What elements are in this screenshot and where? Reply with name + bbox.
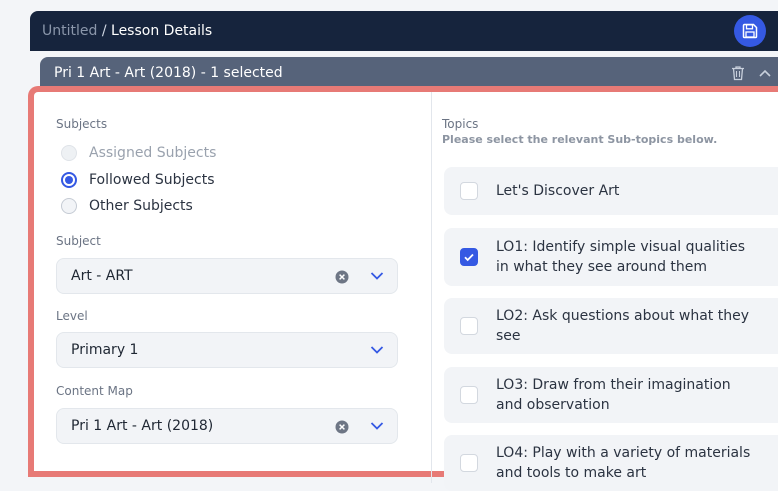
topics-hint: Please select the relevant Sub-topics be… [442, 133, 718, 146]
header-bar: Untitled / Lesson Details [30, 11, 778, 51]
radio-other-subjects[interactable]: Other Subjects [61, 196, 193, 216]
radio-label: Assigned Subjects [89, 145, 217, 161]
topic-item[interactable]: Let's Discover Art [444, 167, 778, 215]
level-label: Level [56, 309, 88, 323]
topic-label: LO4: Play with a variety of materials an… [496, 445, 751, 481]
content-map-select[interactable]: Pri 1 Art - Art (2018) [56, 408, 398, 444]
save-icon [742, 23, 758, 39]
content-map-value: Pri 1 Art - Art (2018) [71, 418, 214, 434]
accordion-title: Pri 1 Art - Art (2018) - 1 selected [54, 65, 283, 81]
chevron-down-icon[interactable] [370, 421, 384, 431]
column-divider [431, 92, 432, 483]
trash-icon[interactable] [731, 65, 745, 81]
radio-label: Followed Subjects [89, 172, 215, 188]
topic-item[interactable]: LO2: Ask questions about what they see [444, 298, 778, 354]
radio-assigned-subjects: Assigned Subjects [61, 143, 216, 163]
chevron-up-icon[interactable] [758, 66, 772, 80]
subject-value: Art - ART [71, 268, 133, 284]
radio-button[interactable] [61, 172, 77, 188]
breadcrumb-root[interactable]: Untitled [42, 23, 97, 39]
radio-followed-subjects[interactable]: Followed Subjects [61, 170, 215, 190]
breadcrumb-current: Lesson Details [111, 23, 213, 39]
clear-icon[interactable] [335, 270, 349, 284]
topic-item[interactable]: LO3: Draw from their imagination and obs… [444, 367, 778, 423]
checkbox[interactable] [460, 386, 478, 404]
checkbox[interactable] [460, 317, 478, 335]
topic-label: Let's Discover Art [496, 183, 620, 199]
radio-label: Other Subjects [89, 198, 193, 214]
subject-select[interactable]: Art - ART [56, 258, 398, 294]
checkbox[interactable] [460, 454, 478, 472]
topic-label: LO2: Ask questions about what they see [496, 308, 749, 344]
topic-label: LO3: Draw from their imagination and obs… [496, 377, 731, 413]
check-icon [464, 253, 474, 262]
topic-item[interactable]: LO1: Identify simple visual qualities in… [444, 228, 778, 286]
topic-label: LO1: Identify simple visual qualities in… [496, 239, 746, 275]
lesson-details-panel: Subjects Assigned Subjects Followed Subj… [28, 86, 778, 491]
level-select[interactable]: Primary 1 [56, 332, 398, 368]
radio-button[interactable] [61, 198, 77, 214]
breadcrumb: Untitled / Lesson Details [42, 23, 212, 39]
level-value: Primary 1 [71, 342, 139, 358]
clear-icon[interactable] [335, 420, 349, 434]
subject-label: Subject [56, 234, 101, 248]
checkbox[interactable] [460, 182, 478, 200]
accordion-header[interactable]: Pri 1 Art - Art (2018) - 1 selected [40, 57, 778, 89]
checkbox-checked[interactable] [460, 248, 478, 266]
content-map-label: Content Map [56, 384, 133, 398]
topic-item[interactable]: LO4: Play with a variety of materials an… [444, 435, 778, 491]
subjects-label: Subjects [56, 117, 108, 131]
breadcrumb-separator: / [97, 23, 112, 39]
chevron-down-icon[interactable] [370, 345, 384, 355]
topics-label: Topics [442, 117, 479, 131]
save-button[interactable] [734, 15, 766, 47]
chevron-down-icon[interactable] [370, 271, 384, 281]
radio-button [61, 145, 77, 161]
